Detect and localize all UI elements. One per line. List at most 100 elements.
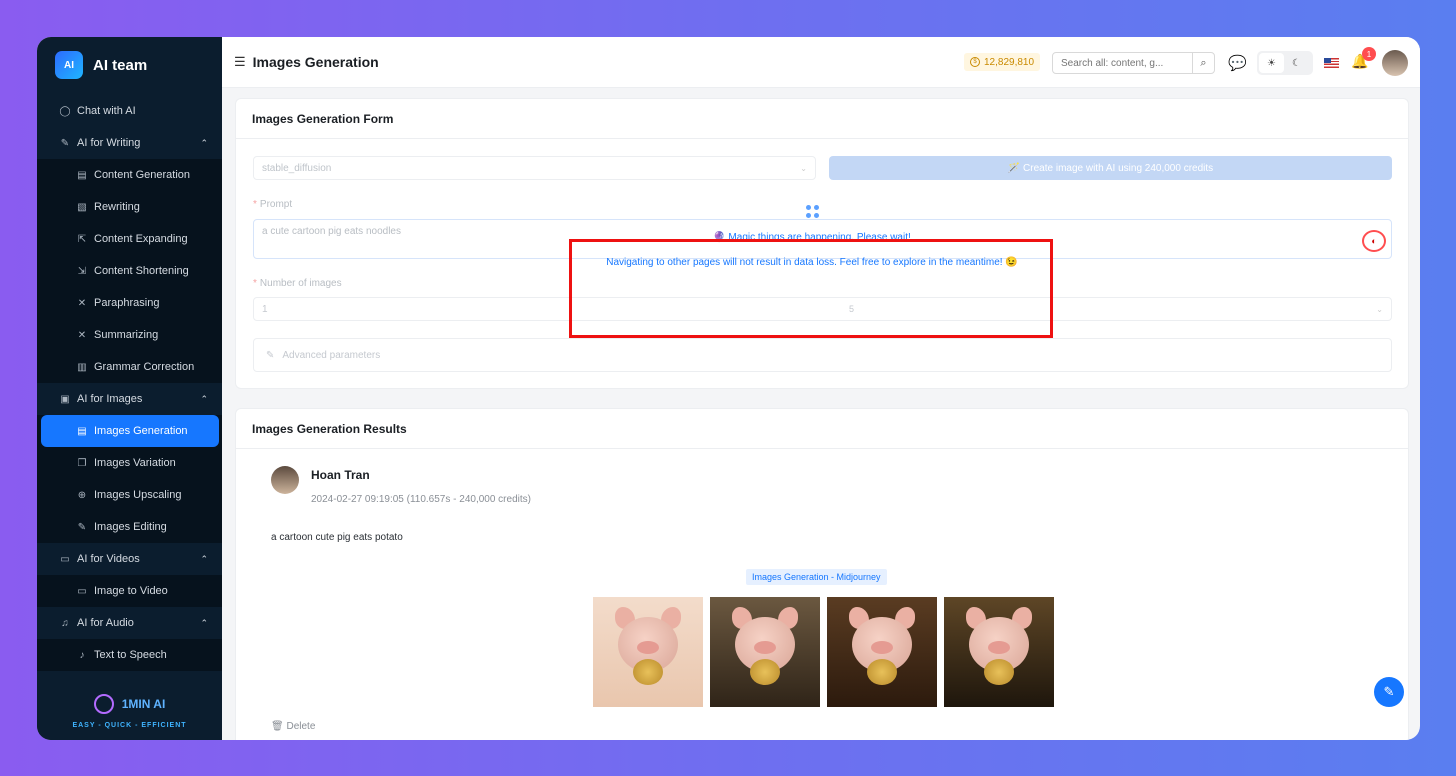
- result-user-name: Hoan Tran: [311, 468, 370, 482]
- sun-icon[interactable]: ☀: [1259, 53, 1284, 73]
- sidebar: AI AI team ◯ Chat with AI ✎ AI for Writi…: [37, 37, 222, 740]
- sidebar-item-label: Images Generation: [94, 425, 188, 437]
- result-image-4[interactable]: [944, 597, 1054, 707]
- generation-results-card: Images Generation Results Hoan Tran 2024…: [235, 408, 1409, 740]
- delete-label: Delete: [286, 721, 316, 732]
- result-meta: 2024-02-27 09:19:05 (110.657s - 240,000 …: [311, 494, 531, 505]
- sidebar-item-label: AI for Audio: [77, 617, 134, 629]
- result-prompt: a cartoon cute pig eats potato: [271, 532, 403, 543]
- document-icon: ▤: [77, 169, 87, 181]
- sidebar-item-label: AI for Images: [77, 393, 143, 405]
- us-flag-icon[interactable]: [1324, 58, 1339, 68]
- brand[interactable]: AI AI team: [37, 37, 222, 93]
- sidebar-item-images-upscaling[interactable]: ⊕ Images Upscaling: [37, 479, 222, 511]
- sidebar-group-images[interactable]: ▣ AI for Images ⌃: [37, 383, 222, 415]
- sidebar-item-label: Content Shortening: [94, 265, 189, 277]
- sidebar-item-rewriting[interactable]: ▧ Rewriting: [37, 191, 222, 223]
- num-images-value: 1: [262, 303, 268, 315]
- chevron-up-icon: ⌃: [200, 617, 208, 628]
- sidebar-item-grammar-correction[interactable]: ▥ Grammar Correction: [37, 351, 222, 383]
- model-select[interactable]: stable_diffusion ⌄: [253, 156, 816, 180]
- sidebar-item-label: Text to Speech: [94, 649, 167, 661]
- sidebar-item-label: Paraphrasing: [94, 297, 160, 309]
- sidebar-item-label: Chat with AI: [77, 105, 136, 117]
- sidebar-item-content-shortening[interactable]: ⇲ Content Shortening: [37, 255, 222, 287]
- footer-brand-name: 1MIN AI: [121, 696, 166, 711]
- app-window: AI AI team ◯ Chat with AI ✎ AI for Writi…: [37, 37, 1420, 740]
- brain-logo-icon: [93, 693, 114, 714]
- sidebar-item-label: Images Editing: [94, 521, 167, 533]
- chevron-down-icon: ⌄: [1376, 304, 1383, 314]
- sidebar-item-label: Content Generation: [94, 169, 191, 181]
- result-image-3[interactable]: [827, 597, 937, 707]
- chevron-down-icon: ⌄: [800, 163, 807, 173]
- sidebar-item-paraphrasing[interactable]: ✕ Paraphrasing: [37, 287, 222, 319]
- sidebar-item-label: Images Variation: [94, 457, 176, 469]
- credits-badge[interactable]: $ 12,829,810: [964, 53, 1041, 71]
- edit-icon: ✎: [60, 137, 70, 149]
- prompt-label: * Prompt: [253, 199, 293, 210]
- sidebar-item-images-variation[interactable]: ❐ Images Variation: [37, 447, 222, 479]
- zoom-icon: ⊕: [77, 489, 87, 501]
- sidebar-item-text-to-speech[interactable]: ♪ Text to Speech: [37, 639, 222, 671]
- create-image-button[interactable]: 🪄 Create image with AI using 240,000 cre…: [829, 156, 1392, 180]
- loading-overlay: 🔮 Magic things are happening. Please wai…: [571, 183, 1053, 281]
- menu-toggle-icon[interactable]: ☰: [234, 54, 246, 70]
- sidebar-item-content-expanding[interactable]: ⇱ Content Expanding: [37, 223, 222, 255]
- chevron-up-icon: ⌃: [200, 393, 208, 404]
- sidebar-group-audio[interactable]: ♫ AI for Audio ⌃: [37, 607, 222, 639]
- videos-submenu: ▭ Image to Video: [37, 575, 222, 607]
- sidebar-item-label: Images Upscaling: [94, 489, 182, 501]
- notification-badge: 1: [1362, 47, 1376, 61]
- search-icon[interactable]: ⌕: [1192, 53, 1214, 73]
- edit-icon: ✎: [77, 521, 87, 533]
- moon-icon[interactable]: ☾: [1284, 53, 1309, 73]
- sidebar-item-label: Summarizing: [94, 329, 159, 341]
- advanced-parameters-toggle[interactable]: ✎ Advanced parameters: [253, 338, 1392, 372]
- audio-submenu: ♪ Text to Speech: [37, 639, 222, 671]
- num-images-label: * Number of images: [253, 278, 342, 289]
- speech-icon: ♪: [79, 649, 85, 661]
- sidebar-item-label: AI for Writing: [77, 137, 141, 149]
- coin-icon: $: [970, 57, 980, 67]
- sidebar-footer: 1MIN AI EASY - QUICK - EFFICIENT: [37, 682, 222, 740]
- loading-message: 🔮 Magic things are happening. Please wai…: [713, 231, 911, 243]
- result-image-1[interactable]: [593, 597, 703, 707]
- result-user-avatar: [271, 466, 299, 494]
- document-icon: ▤: [77, 425, 87, 437]
- grammarly-icon[interactable]: ◐: [1362, 230, 1386, 252]
- num-images-select[interactable]: 1 5 ⌄: [253, 297, 1392, 321]
- check-doc-icon: ▥: [77, 361, 87, 373]
- chat-bubble-icon[interactable]: 💬: [1228, 54, 1247, 72]
- delete-result-button[interactable]: 🗑 Delete: [271, 721, 315, 732]
- video-camera-icon: ▭: [77, 585, 87, 597]
- copy-icon: ❐: [77, 457, 87, 469]
- search-input[interactable]: [1053, 57, 1193, 69]
- result-image-2[interactable]: [710, 597, 820, 707]
- main-content: ☰ Images Generation $ 12,829,810 ⌕ 💬 ☀ ☾…: [222, 37, 1420, 740]
- sidebar-item-content-generation[interactable]: ▤ Content Generation: [37, 159, 222, 191]
- sidebar-group-writing[interactable]: ✎ AI for Writing ⌃: [37, 127, 222, 159]
- sidebar-item-images-editing[interactable]: ✎ Images Editing: [37, 511, 222, 543]
- brand-name: AI team: [93, 56, 148, 74]
- floating-edit-button[interactable]: ✎: [1374, 677, 1404, 707]
- sidebar-item-summarizing[interactable]: ✕ Summarizing: [37, 319, 222, 351]
- model-value: stable_diffusion: [262, 162, 332, 174]
- sidebar-item-label: Content Expanding: [94, 233, 188, 245]
- sidebar-item-images-generation[interactable]: ▤ Images Generation: [41, 415, 219, 447]
- topbar: ☰ Images Generation $ 12,829,810 ⌕ 💬 ☀ ☾…: [222, 37, 1420, 88]
- images-submenu: ▤ Images Generation ❐ Images Variation ⊕ Im…: [37, 415, 222, 543]
- sidebar-item-chat[interactable]: ◯ Chat with AI: [37, 95, 222, 127]
- loading-spinner-icon: [805, 204, 819, 218]
- footer-brand[interactable]: 1MIN AI: [93, 693, 166, 714]
- sidebar-group-videos[interactable]: ▭ AI for Videos ⌃: [37, 543, 222, 575]
- advanced-label: Advanced parameters: [282, 349, 381, 361]
- mic-icon: ♫: [61, 617, 69, 629]
- rewrite-icon: ▧: [77, 201, 87, 213]
- chevron-up-icon: ⌃: [200, 137, 208, 148]
- sidebar-item-image-to-video[interactable]: ▭ Image to Video: [37, 575, 222, 607]
- sidebar-item-label: Grammar Correction: [94, 361, 195, 373]
- trash-icon: 🗑: [271, 721, 284, 732]
- result-images: [593, 597, 1054, 707]
- user-avatar[interactable]: [1382, 50, 1408, 76]
